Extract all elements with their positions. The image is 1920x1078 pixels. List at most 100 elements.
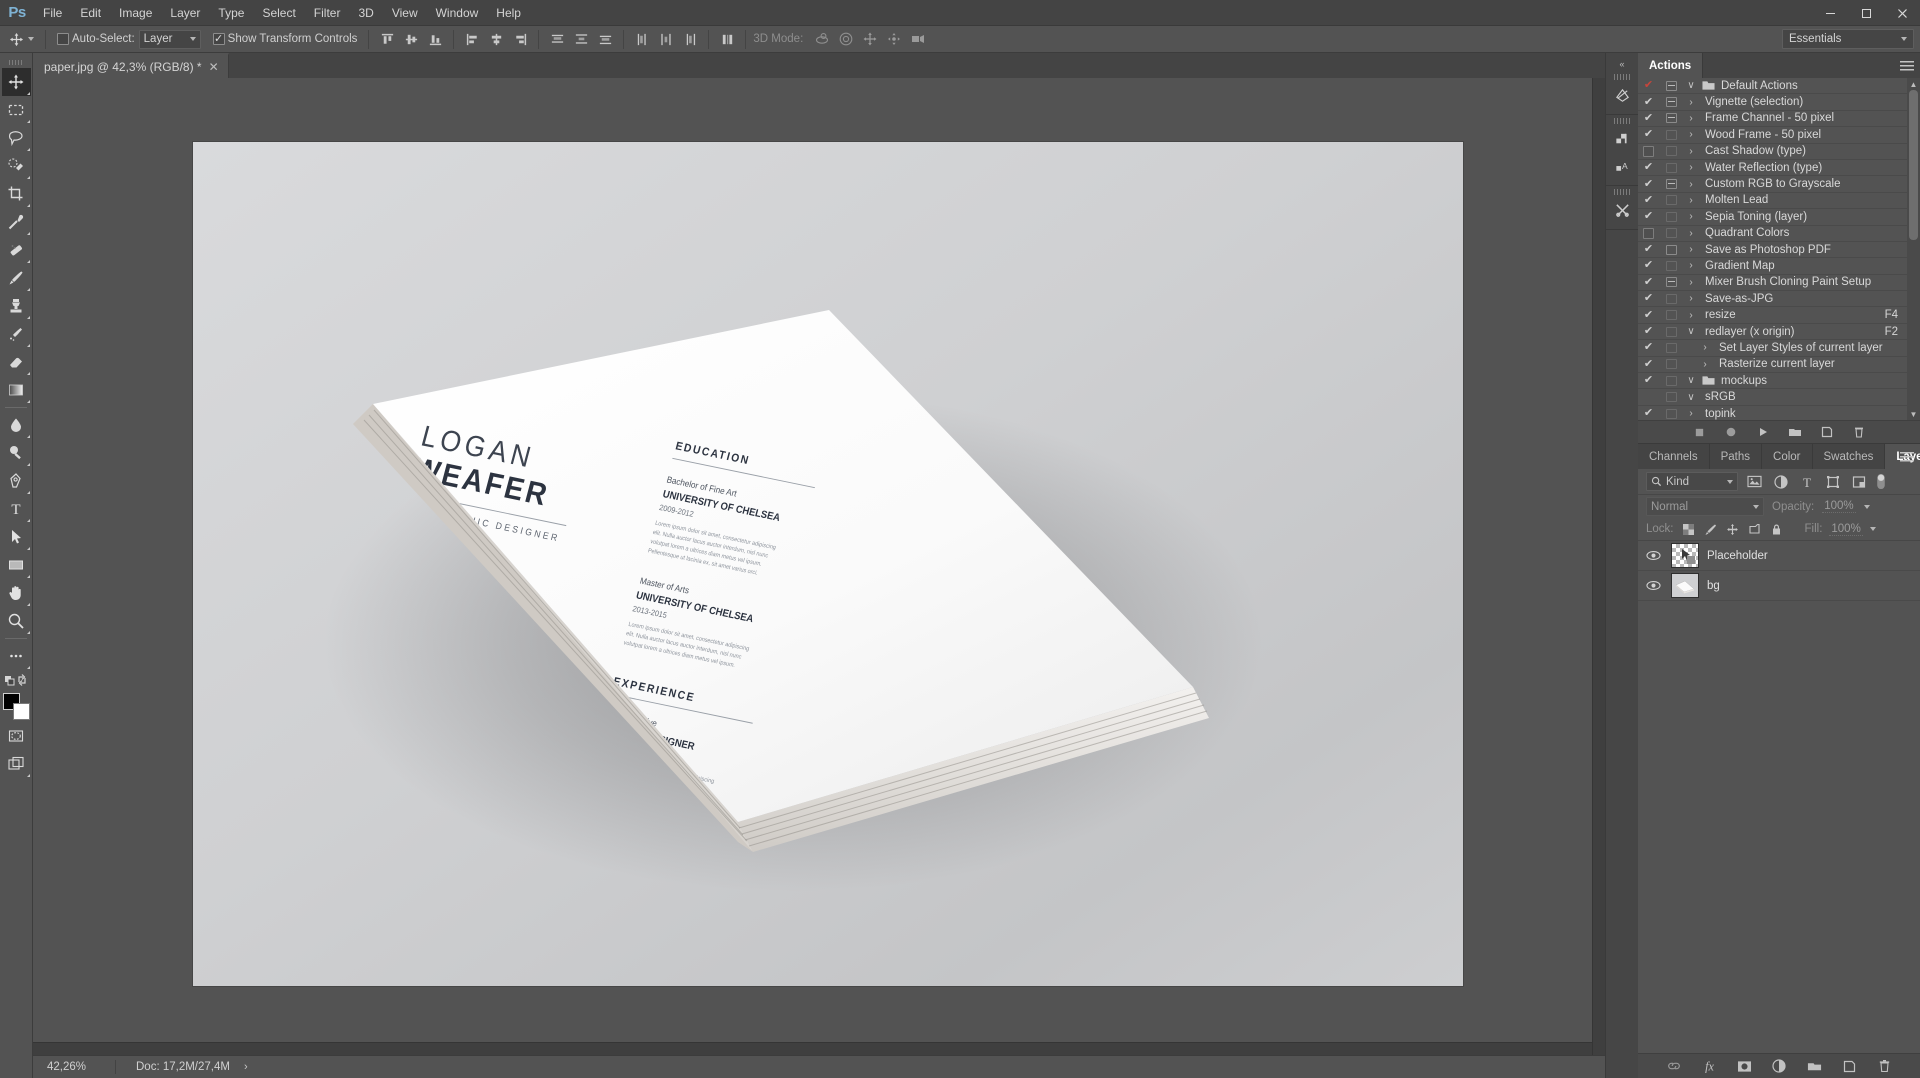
chevron-down-icon[interactable] (1869, 527, 1876, 531)
chevron-right-icon[interactable]: › (1683, 244, 1699, 255)
lock-transparent-pixels-icon[interactable] (1681, 522, 1696, 537)
delete-action-icon[interactable] (1851, 424, 1867, 440)
action-toggle-checkbox[interactable]: ✔ (1638, 260, 1659, 271)
default-colors-and-swap[interactable] (2, 670, 31, 690)
workspace-switcher[interactable]: Essentials (1782, 29, 1914, 49)
action-row[interactable]: ✔ › Save-as-JPG (1638, 291, 1920, 308)
action-row[interactable]: ✔ › Molten Lead (1638, 193, 1920, 210)
rotate-3d-object-icon[interactable] (811, 28, 833, 50)
chevron-right-icon[interactable]: › (1683, 277, 1699, 288)
menu-filter[interactable]: Filter (305, 0, 350, 26)
document-tab[interactable]: paper.jpg @ 42,3% (RGB/8) * ✕ (33, 53, 229, 78)
tool-eyedropper[interactable] (2, 208, 31, 236)
filter-shape-layers-icon[interactable] (1823, 472, 1842, 491)
layer-name[interactable]: bg (1707, 580, 1720, 592)
action-dialog-toggle[interactable] (1659, 211, 1683, 222)
action-row[interactable]: ✔ › Vignette (selection) (1638, 94, 1920, 111)
action-dialog-toggle[interactable] (1659, 359, 1683, 370)
layers-empty-area[interactable] (1638, 601, 1920, 1053)
menu-view[interactable]: View (383, 0, 427, 26)
filter-toggle-icon[interactable] (1875, 472, 1887, 491)
scrollbar-thumb[interactable] (1909, 90, 1918, 240)
blend-mode-dropdown[interactable]: Normal (1646, 497, 1764, 516)
tool-horizontal-type[interactable]: T (2, 495, 31, 523)
menu-type[interactable]: Type (209, 0, 253, 26)
action-row[interactable]: ✔ › Rasterize current layer (1638, 357, 1920, 374)
toolbar-grip[interactable] (2, 56, 31, 68)
action-toggle-checkbox[interactable]: ✔ (1638, 112, 1659, 124)
action-name[interactable]: Sepia Toning (layer) (1699, 211, 1920, 223)
align-bottom-edges-icon[interactable] (424, 28, 446, 50)
chevron-right-icon[interactable]: › (1683, 129, 1699, 140)
tool-quick-selection[interactable] (2, 152, 31, 180)
action-dialog-toggle[interactable] (1659, 244, 1683, 255)
action-dialog-toggle[interactable] (1659, 80, 1683, 91)
action-name[interactable]: Rasterize current layer (1713, 358, 1920, 370)
action-name[interactable]: Quadrant Colors (1699, 227, 1920, 239)
align-right-edges-icon[interactable] (509, 28, 531, 50)
action-toggle-checkbox[interactable]: ✔ (1638, 342, 1659, 353)
tool-path-selection[interactable] (2, 523, 31, 551)
align-horizontal-centers-icon[interactable] (485, 28, 507, 50)
tool-edit-toolbar[interactable] (2, 642, 31, 670)
close-icon[interactable]: ✕ (209, 61, 219, 73)
chevron-right-icon[interactable]: › (1683, 310, 1699, 321)
action-row[interactable]: ✔ › resize F4 (1638, 307, 1920, 324)
opacity-value[interactable]: 100% (1822, 500, 1856, 513)
grip-dots-icon[interactable] (1614, 189, 1630, 195)
action-toggle-checkbox[interactable]: ✔ (1638, 129, 1659, 140)
action-row[interactable]: ✔ › topink (1638, 406, 1920, 420)
canvas-viewport[interactable]: LOGAN WEAFER GRAPHIC DESIGNER EDUCATION … (33, 78, 1605, 1055)
action-row[interactable]: ✔ › Wood Frame - 50 pixel (1638, 127, 1920, 144)
action-dialog-toggle[interactable] (1659, 342, 1683, 353)
action-toggle-checkbox[interactable]: ✔ (1638, 96, 1659, 108)
chevron-right-icon[interactable]: › (1683, 293, 1699, 304)
scale-3d-object-icon[interactable] (907, 28, 929, 50)
action-toggle-checkbox[interactable]: ✔ (1638, 293, 1659, 304)
add-layer-style-icon[interactable]: fx (1701, 1058, 1717, 1074)
align-vertical-centers-icon[interactable] (400, 28, 422, 50)
distribute-top-icon[interactable] (546, 28, 568, 50)
action-name[interactable]: Frame Channel - 50 pixel (1699, 112, 1920, 124)
actions-panel-menu-button[interactable] (1900, 53, 1914, 78)
begin-recording-icon[interactable] (1723, 424, 1739, 440)
tab-swatches[interactable]: Swatches (1813, 444, 1886, 469)
tool-lasso[interactable] (2, 124, 31, 152)
action-toggle-checkbox[interactable] (1638, 145, 1659, 157)
layer-visibility-toggle[interactable] (1643, 550, 1663, 561)
chevron-down-icon[interactable]: ∨ (1683, 392, 1699, 403)
action-name[interactable]: Gradient Map (1699, 260, 1920, 272)
create-new-action-icon[interactable] (1819, 424, 1835, 440)
drag-3d-object-icon[interactable] (859, 28, 881, 50)
actions-scrollbar[interactable]: ▲ ▼ (1907, 78, 1920, 420)
menu-file[interactable]: File (34, 0, 71, 26)
create-new-set-icon[interactable] (1787, 424, 1803, 440)
scroll-down-icon[interactable]: ▼ (1910, 408, 1918, 420)
action-row[interactable]: ✔ › Water Reflection (type) (1638, 160, 1920, 177)
tool-blur[interactable] (2, 411, 31, 439)
layer-thumbnail[interactable] (1671, 573, 1699, 598)
layer-comps-panel-icon[interactable] (1608, 126, 1636, 153)
chevron-right-icon[interactable]: › (1683, 260, 1699, 271)
action-row[interactable]: › Quadrant Colors (1638, 226, 1920, 242)
distribute-horizontal-center-icon[interactable] (655, 28, 677, 50)
action-toggle-checkbox[interactable]: ✔ (1638, 408, 1659, 419)
link-layers-icon[interactable] (1666, 1058, 1682, 1074)
chevron-right-icon[interactable]: › (1697, 342, 1713, 353)
action-dialog-toggle[interactable] (1659, 293, 1683, 304)
status-expand-icon[interactable]: › (244, 1061, 248, 1073)
delete-layer-icon[interactable] (1876, 1058, 1892, 1074)
action-row[interactable]: ✔ › Set Layer Styles of current layer (1638, 340, 1920, 357)
layer-name[interactable]: Placeholder (1707, 550, 1768, 562)
action-toggle-checkbox[interactable]: ✔ (1638, 358, 1659, 370)
menu-select[interactable]: Select (253, 0, 304, 26)
tab-channels[interactable]: Channels (1638, 444, 1710, 469)
distribute-vertical-center-icon[interactable] (570, 28, 592, 50)
action-toggle-checkbox[interactable]: ✔ (1638, 194, 1659, 206)
auto-select-group[interactable]: Auto-Select: (53, 28, 139, 51)
canvas-vertical-scrollbar[interactable] (1592, 78, 1605, 1055)
action-toggle-checkbox[interactable]: ✔ (1638, 326, 1659, 337)
quick-mask-toggle[interactable] (2, 722, 31, 750)
action-name[interactable]: Water Reflection (type) (1699, 162, 1920, 174)
tab-actions[interactable]: Actions (1638, 53, 1704, 78)
